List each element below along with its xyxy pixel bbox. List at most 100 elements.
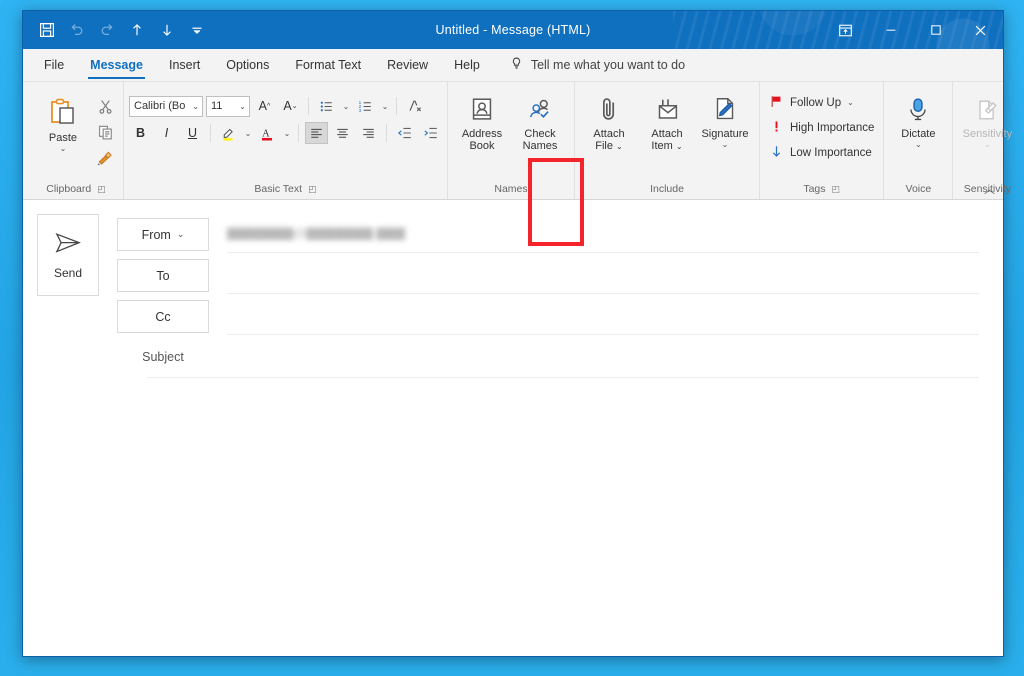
to-row: To bbox=[117, 255, 979, 296]
lightbulb-icon bbox=[509, 56, 524, 74]
numbering-caret-icon[interactable]: ⌄ bbox=[380, 102, 390, 111]
font-size-caret-icon[interactable]: ⌄ bbox=[236, 102, 246, 111]
paste-button[interactable]: Paste ⌄ bbox=[34, 92, 92, 170]
undo-icon[interactable] bbox=[63, 17, 91, 43]
tab-help[interactable]: Help bbox=[441, 49, 493, 81]
font-name-caret-icon[interactable]: ⌄ bbox=[189, 102, 199, 111]
ribbon-tab-strip: File Message Insert Options Format Text … bbox=[23, 49, 1003, 82]
include-label-text: Include bbox=[650, 183, 684, 195]
ribbon-group-basic-text: Calibri (Bo ⌄ 11 ⌄ A ^ A ⌄ ⌄ 1 2 3 ⌄ B I… bbox=[123, 82, 447, 199]
previous-item-icon[interactable] bbox=[123, 17, 151, 43]
tags-dialog-launcher-icon[interactable]: ◰ bbox=[832, 184, 841, 194]
group-label-voice: Voice bbox=[889, 179, 947, 199]
cut-icon[interactable] bbox=[92, 94, 118, 118]
tab-review[interactable]: Review bbox=[374, 49, 441, 81]
bullets-caret-icon[interactable]: ⌄ bbox=[341, 102, 351, 111]
bullets-icon[interactable] bbox=[315, 95, 338, 117]
sensitivity-icon bbox=[973, 91, 1001, 125]
align-left-icon[interactable] bbox=[305, 122, 328, 144]
from-value-field[interactable]: ▇▇▇▇▇▇▇@▇▇▇▇▇▇▇.▇▇▇ bbox=[227, 217, 979, 253]
tab-message[interactable]: Message bbox=[77, 49, 156, 81]
recipient-fields: From ⌄ ▇▇▇▇▇▇▇@▇▇▇▇▇▇▇.▇▇▇ To Cc Subject bbox=[99, 214, 1003, 377]
grow-font-icon[interactable]: A ^ bbox=[253, 95, 276, 117]
sensitivity-button[interactable]: Sensitivity ⌄ bbox=[958, 88, 1016, 149]
dictate-label: Dictate bbox=[901, 128, 936, 140]
font-color-caret-icon[interactable]: ⌄ bbox=[282, 129, 292, 138]
window-controls bbox=[823, 11, 1003, 49]
numbering-icon[interactable]: 1 2 3 bbox=[354, 95, 377, 117]
minimize-icon[interactable] bbox=[868, 11, 913, 49]
tags-label-text: Tags bbox=[803, 183, 826, 195]
sensitivity-button-label: Sensitivity bbox=[962, 128, 1013, 140]
font-name-value: Calibri (Bo bbox=[134, 100, 186, 112]
bold-button[interactable]: B bbox=[129, 122, 152, 144]
close-icon[interactable] bbox=[958, 11, 1003, 49]
font-size-combo[interactable]: 11 ⌄ bbox=[206, 95, 250, 117]
font-color-icon[interactable]: A bbox=[256, 122, 279, 144]
signature-icon bbox=[710, 91, 740, 125]
tab-options[interactable]: Options bbox=[213, 49, 282, 81]
basic-text-dialog-launcher-icon[interactable]: ◰ bbox=[308, 184, 317, 194]
ribbon-display-options-icon[interactable] bbox=[823, 11, 868, 49]
tab-insert[interactable]: Insert bbox=[156, 49, 213, 81]
maximize-icon[interactable] bbox=[913, 11, 958, 49]
message-body[interactable] bbox=[23, 378, 1003, 656]
ribbon: Paste ⌄ Clipboard ◰ Calibri (Bo ⌄ 11 ⌄ A… bbox=[23, 82, 1012, 246]
from-button[interactable]: From ⌄ bbox=[117, 218, 209, 251]
clipboard-label-text: Clipboard bbox=[46, 183, 92, 195]
align-right-icon[interactable] bbox=[357, 122, 380, 144]
from-caret-icon[interactable]: ⌄ bbox=[177, 229, 185, 240]
align-center-icon[interactable] bbox=[331, 122, 354, 144]
dictate-caret-icon[interactable]: ⌄ bbox=[915, 141, 922, 149]
highlight-caret-icon[interactable]: ⌄ bbox=[243, 129, 253, 138]
paste-dropdown-caret[interactable]: ⌄ bbox=[60, 145, 67, 153]
send-button[interactable]: Send bbox=[37, 214, 99, 296]
attach-file-caret-icon[interactable]: ⌄ bbox=[616, 142, 623, 151]
address-book-button[interactable]: Address Book bbox=[453, 88, 511, 153]
text-highlight-color-icon[interactable] bbox=[217, 122, 240, 144]
follow-up-caret-icon[interactable]: ⌄ bbox=[847, 98, 854, 107]
signature-caret-icon[interactable]: ⌄ bbox=[722, 141, 729, 149]
attach-item-caret-icon[interactable]: ⌄ bbox=[676, 142, 683, 151]
attach-file-label-1: Attach bbox=[593, 128, 625, 140]
customize-quick-access-toolbar-icon[interactable] bbox=[183, 17, 211, 43]
subject-row: Subject bbox=[117, 337, 979, 377]
subject-input[interactable] bbox=[227, 342, 979, 372]
group-label-names: Names bbox=[453, 179, 569, 199]
check-names-button[interactable]: Check Names bbox=[511, 88, 569, 153]
high-importance-button[interactable]: High Importance bbox=[765, 115, 878, 140]
signature-button[interactable]: Signature ⌄ bbox=[696, 88, 754, 149]
italic-button[interactable]: I bbox=[155, 122, 178, 144]
clipboard-dialog-launcher-icon[interactable]: ◰ bbox=[97, 184, 106, 194]
collapse-ribbon-icon[interactable]: ︿ bbox=[984, 181, 995, 197]
attach-file-button[interactable]: Attach File ⌄ bbox=[580, 88, 638, 153]
save-icon[interactable] bbox=[33, 17, 61, 43]
shrink-font-icon[interactable]: A ⌄ bbox=[279, 95, 302, 117]
compose-area: Send From ⌄ ▇▇▇▇▇▇▇@▇▇▇▇▇▇▇.▇▇▇ To Cc Su… bbox=[23, 200, 1003, 656]
cc-input[interactable] bbox=[227, 299, 979, 335]
basic-text-label-text: Basic Text bbox=[254, 183, 303, 195]
increase-indent-icon[interactable] bbox=[419, 122, 442, 144]
next-item-icon[interactable] bbox=[153, 17, 181, 43]
low-importance-button[interactable]: Low Importance bbox=[765, 140, 876, 165]
high-importance-label: High Importance bbox=[790, 121, 875, 134]
tell-me-search[interactable]: Tell me what you want to do bbox=[493, 49, 695, 81]
to-button[interactable]: To bbox=[117, 259, 209, 292]
font-name-combo[interactable]: Calibri (Bo ⌄ bbox=[129, 95, 203, 117]
copy-icon[interactable] bbox=[92, 120, 118, 144]
dictate-button[interactable]: Dictate ⌄ bbox=[889, 88, 947, 149]
to-input[interactable] bbox=[227, 258, 979, 294]
tab-format-text[interactable]: Format Text bbox=[282, 49, 374, 81]
from-value: ▇▇▇▇▇▇▇@▇▇▇▇▇▇▇.▇▇▇ bbox=[227, 226, 406, 240]
follow-up-button[interactable]: Follow Up ⌄ bbox=[765, 90, 858, 115]
attach-item-button[interactable]: Attach Item ⌄ bbox=[638, 88, 696, 153]
format-painter-icon[interactable] bbox=[92, 146, 118, 170]
redo-icon[interactable] bbox=[93, 17, 121, 43]
tab-file[interactable]: File bbox=[31, 49, 77, 81]
underline-button[interactable]: U bbox=[181, 122, 204, 144]
cc-button[interactable]: Cc bbox=[117, 300, 209, 333]
clear-formatting-icon[interactable] bbox=[403, 95, 426, 117]
bold-label: B bbox=[135, 126, 146, 140]
decrease-indent-icon[interactable] bbox=[393, 122, 416, 144]
sensitivity-caret-icon[interactable]: ⌄ bbox=[984, 141, 991, 149]
